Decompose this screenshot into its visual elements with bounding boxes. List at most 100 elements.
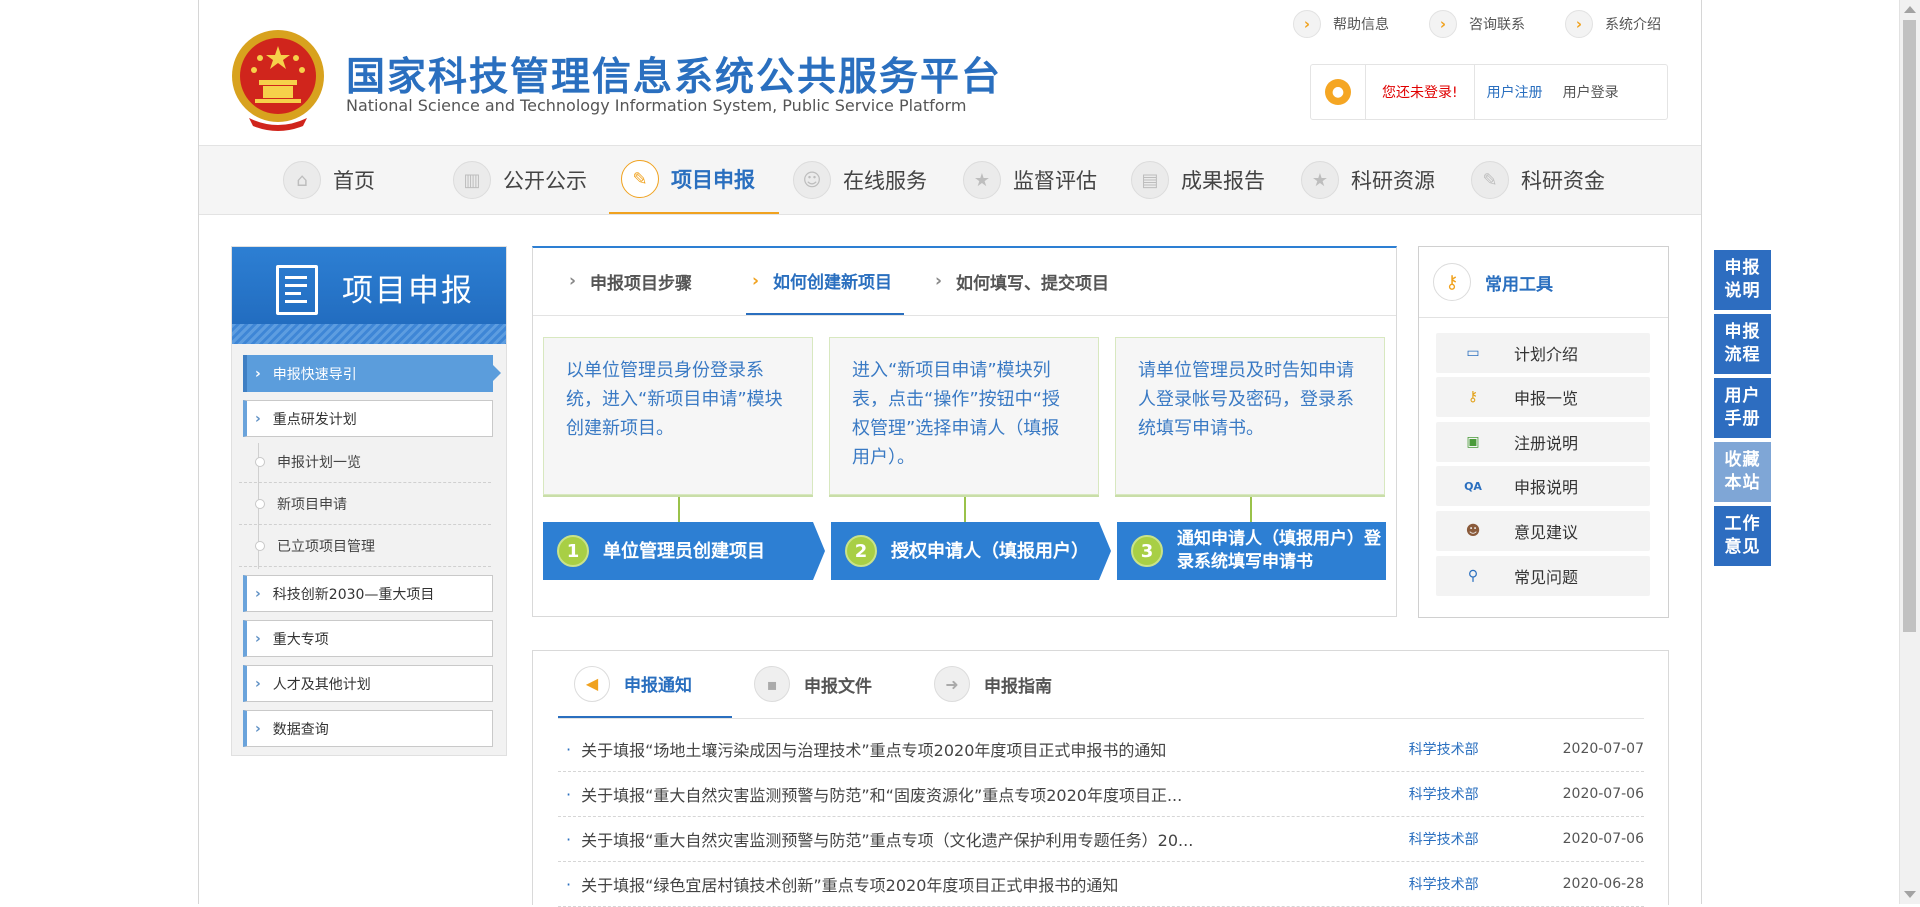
sidebar-item-label: 重大专项	[272, 631, 329, 648]
sidebar-item-key-rd[interactable]: › 重点研发计划	[243, 400, 493, 437]
steps-tabs: › 申报项目步骤 › 如何创建新项目 › 如何填写、提交项目	[533, 248, 1396, 316]
top-links: › 帮助信息 › 咨询联系 › 系统介绍	[1293, 10, 1661, 38]
tab-notices[interactable]: ◀ 申报通知	[558, 651, 732, 718]
tool-feedback[interactable]: ☻ 意见建议	[1436, 511, 1650, 551]
page-scrollbar[interactable]	[1899, 0, 1920, 904]
chevron-right-icon: ›	[255, 720, 261, 737]
float-label: 工作意见	[1724, 514, 1761, 557]
nav-online-service[interactable]: ☺ 在线服务	[793, 146, 927, 214]
nav-funding[interactable]: ✎ 科研资金	[1471, 146, 1605, 214]
nav-reports[interactable]: ▤ 成果报告	[1131, 146, 1265, 214]
chevron-right-icon: ›	[255, 410, 261, 427]
news-date: 2020-07-06	[1562, 786, 1644, 802]
chevron-right-icon: ›	[1429, 10, 1457, 38]
tool-apply-overview[interactable]: ⚷ 申报一览	[1436, 377, 1650, 417]
float-user-manual-button[interactable]: 用户手册	[1714, 378, 1771, 438]
float-bookmark-button[interactable]: 收藏本站	[1714, 442, 1771, 502]
sidebar-item-innovation-2030[interactable]: › 科技创新2030—重大项目	[243, 575, 493, 612]
sidebar-subitem-label: 已立项项目管理	[277, 538, 375, 555]
chevron-right-icon: ›	[255, 675, 261, 692]
tool-apply-guide[interactable]: QA 申报说明	[1436, 466, 1650, 506]
float-apply-flow-button[interactable]: 申报流程	[1714, 314, 1771, 374]
news-date: 2020-07-07	[1562, 741, 1644, 757]
scroll-down-icon[interactable]	[1904, 891, 1916, 898]
float-feedback-button[interactable]: 工作意见	[1714, 506, 1771, 566]
connector-line	[1250, 497, 1252, 523]
toplink-contact[interactable]: › 咨询联系	[1429, 10, 1525, 38]
toplink-about[interactable]: › 系统介绍	[1565, 10, 1661, 38]
tool-faq[interactable]: ⚲ 常见问题	[1436, 556, 1650, 596]
sidebar-item-label: 重点研发计划	[272, 411, 357, 428]
sidebar-header: 项目申报	[232, 247, 506, 344]
nav-label: 项目申报	[671, 168, 755, 192]
step-number: 1	[557, 535, 589, 567]
headset-icon: ☺	[793, 161, 831, 199]
pen-icon: ✎	[1471, 161, 1509, 199]
home-icon: ⌂	[283, 161, 321, 199]
document-icon	[276, 265, 318, 315]
tool-label: 意见建议	[1514, 523, 1579, 542]
float-label: 申报流程	[1724, 322, 1761, 365]
sidebar-item-major-projects[interactable]: › 重大专项	[243, 620, 493, 657]
tab-create-project[interactable]: › 如何创建新项目	[746, 248, 905, 315]
bullet-dot: ·	[566, 739, 572, 759]
nav-resources[interactable]: ★ 科研资源	[1301, 146, 1435, 214]
list-item[interactable]: · 关于填报“重大自然灾害监测预警与防范”重点专项（文化遗产保护利用专题任务）2…	[558, 817, 1644, 862]
tab-steps[interactable]: › 申报项目步骤	[563, 248, 698, 314]
list-item[interactable]: · 关于填报“绿色宜居村镇技术创新”重点专项2020年度项目正式申报书的通知 科…	[558, 862, 1644, 907]
step-card-1: 以单位管理员身份登录系统，进入“新项目申请”模块创建新项目。	[543, 337, 813, 495]
tab-documents[interactable]: ▪ 申报文件	[754, 651, 872, 717]
news-title[interactable]: 关于填报“绿色宜居村镇技术创新”重点专项2020年度项目正式申报书的通知	[581, 872, 1409, 896]
nav-home[interactable]: ⌂ 首页	[283, 146, 375, 214]
register-link[interactable]: 用户注册	[1475, 82, 1555, 102]
bullet-dot	[255, 498, 265, 509]
tools-panel: ⚷ 常用工具 ▭ 计划介绍 ⚷ 申报一览 ▣ 注册说明 QA 申报说明 ☻ 意见…	[1418, 246, 1669, 618]
tab-guides[interactable]: ➜ 申报指南	[934, 651, 1052, 717]
news-title[interactable]: 关于填报“重大自然灾害监测预警与防范”重点专项（文化遗产保护利用专题任务）20.…	[581, 827, 1409, 851]
news-dept: 科学技术部	[1408, 832, 1479, 848]
news-date: 2020-06-28	[1562, 876, 1644, 892]
float-label: 申报说明	[1724, 258, 1761, 301]
flow-step-2: 2 授权申请人（填报用户）	[831, 522, 1111, 580]
bar-chart-icon: ▥	[453, 161, 491, 199]
news-title[interactable]: 关于填报“场地土壤污染成因与治理技术”重点专项2020年度项目正式申报书的通知	[581, 737, 1409, 761]
chevron-right-icon: ›	[1293, 10, 1321, 38]
sidebar-header-stripe	[232, 324, 506, 344]
key-icon: ⚷	[1467, 389, 1479, 405]
sidebar-subitem-approved-projects[interactable]: 已立项项目管理	[239, 525, 491, 567]
login-link[interactable]: 用户登录	[1555, 82, 1627, 102]
signpost-icon: ➜	[934, 666, 970, 702]
toplink-help[interactable]: › 帮助信息	[1293, 10, 1389, 38]
sidebar-item-talent[interactable]: › 人才及其他计划	[243, 665, 493, 702]
report-icon: ▤	[1131, 161, 1169, 199]
tool-register-guide[interactable]: ▣ 注册说明	[1436, 422, 1650, 462]
float-apply-guide-button[interactable]: 申报说明	[1714, 250, 1771, 310]
tool-plan-intro[interactable]: ▭ 计划介绍	[1436, 333, 1650, 373]
scrollbar-thumb[interactable]	[1903, 20, 1916, 632]
scroll-up-icon[interactable]	[1904, 6, 1916, 13]
chevron-right-icon: ›	[935, 271, 943, 291]
chevron-right-icon: ›	[1565, 10, 1593, 38]
site-subtitle: National Science and Technology Informat…	[346, 96, 967, 115]
tool-label: 常见问题	[1514, 568, 1579, 587]
bullet-dot	[255, 456, 265, 467]
page-container: 国家科技管理信息系统公共服务平台 National Science and Te…	[198, 0, 1702, 907]
sidebar-subitem-new-project[interactable]: 新项目申请	[239, 483, 491, 525]
nav-public[interactable]: ▥ 公开公示	[453, 146, 587, 214]
list-item[interactable]: · 关于填报“重大自然灾害监测预警与防范”和“固废资源化”重点专项2020年度项…	[558, 772, 1644, 817]
nav-supervision[interactable]: ★ 监督评估	[963, 146, 1097, 214]
news-dept: 科学技术部	[1408, 787, 1479, 803]
news-date: 2020-07-06	[1562, 831, 1644, 847]
sidebar-subitem-plan-list[interactable]: 申报计划一览	[239, 441, 491, 483]
nav-label: 监督评估	[1013, 169, 1097, 193]
list-item[interactable]: · 关于填报“场地土壤污染成因与治理技术”重点专项2020年度项目正式申报书的通…	[558, 727, 1644, 772]
tab-label: 申报指南	[984, 676, 1052, 697]
tab-fill-submit[interactable]: › 如何填写、提交项目	[929, 248, 1115, 314]
nav-label: 成果报告	[1181, 169, 1265, 193]
nav-project-apply[interactable]: ✎ 项目申报	[609, 146, 779, 214]
pencil-icon: ✎	[621, 160, 659, 198]
sidebar-item-data-query[interactable]: › 数据查询	[243, 710, 493, 747]
news-title[interactable]: 关于填报“重大自然灾害监测预警与防范”和“固废资源化”重点专项2020年度项目正…	[581, 782, 1409, 806]
sidebar-item-quick-guide[interactable]: › 申报快速导引	[243, 355, 501, 392]
step-card-3: 请单位管理员及时告知申请人登录帐号及密码，登录系统填写申请书。	[1115, 337, 1385, 495]
